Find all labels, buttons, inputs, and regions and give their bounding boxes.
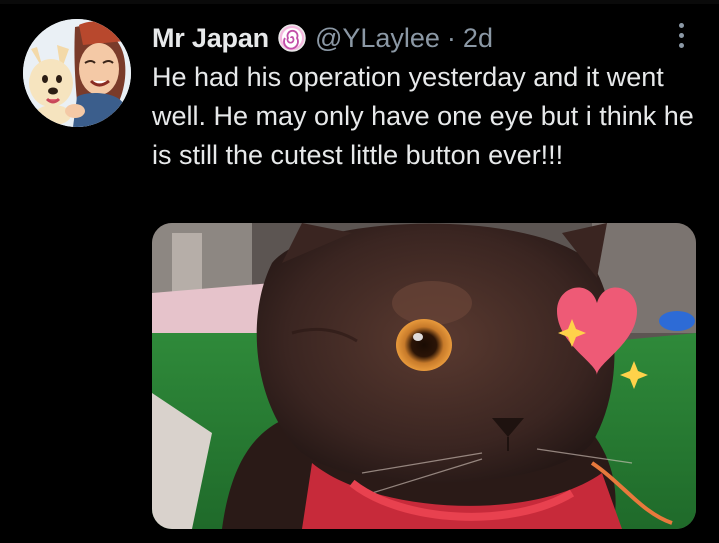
- previous-tweet-edge: [0, 0, 719, 4]
- spiral-badge-icon: [277, 23, 307, 53]
- ellipsis-dot: [678, 32, 684, 38]
- more-options-button[interactable]: [668, 18, 694, 52]
- tweet-photo[interactable]: [152, 223, 696, 529]
- ellipsis-dot: [678, 42, 684, 48]
- vertical-ellipsis-icon: [678, 22, 684, 28]
- tweet[interactable]: Mr Japan @YLaylee · 2d He had his operat…: [0, 0, 719, 543]
- tweet-text: He had his operation yesterday and it we…: [152, 62, 694, 170]
- avatar[interactable]: [23, 19, 131, 127]
- tweet-timestamp[interactable]: 2d: [463, 23, 493, 54]
- separator-dot: ·: [446, 22, 456, 53]
- tweet-header: Mr Japan @YLaylee · 2d: [152, 20, 493, 56]
- user-handle[interactable]: @YLaylee: [315, 23, 440, 54]
- display-name[interactable]: Mr Japan: [152, 23, 269, 54]
